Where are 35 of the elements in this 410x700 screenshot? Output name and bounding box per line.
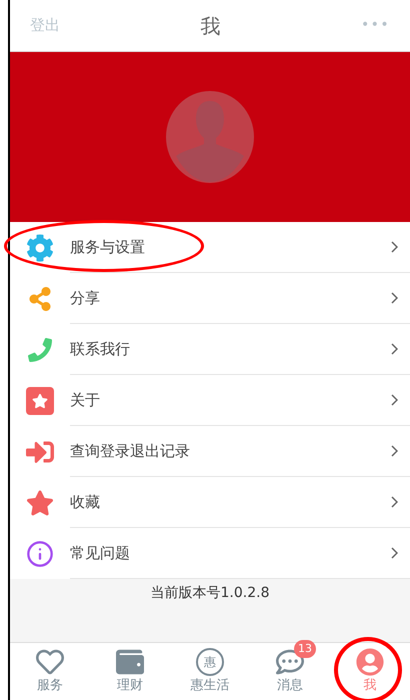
user-icon (356, 648, 384, 676)
heart-icon (36, 648, 64, 676)
menu-label: 收藏 (70, 492, 100, 513)
tab-label: 惠生活 (190, 676, 230, 695)
menu-label: 常见问题 (70, 542, 130, 564)
menu-label: 查询登录退出记录 (70, 440, 190, 462)
menu-label: 服务与设置 (70, 236, 145, 258)
version-text: 当前版本号1.0.2.8 (150, 584, 270, 603)
menu-label: 联系我行 (70, 338, 130, 360)
badge: 13 (294, 640, 316, 658)
chevron-icon (391, 547, 398, 559)
hui-icon: 惠 (196, 648, 224, 676)
chevron-icon (391, 394, 398, 406)
chevron-icon (391, 292, 398, 304)
wallet-icon (116, 648, 144, 676)
tab-label: 消息 (277, 676, 303, 695)
gear-icon (26, 234, 54, 262)
chevron-icon (391, 343, 398, 355)
share-icon (28, 286, 52, 310)
info-icon (26, 540, 54, 568)
menu-label: 分享 (70, 288, 100, 309)
star-icon (26, 488, 54, 516)
menu-label: 关于 (70, 390, 100, 411)
tab[interactable]: 惠 惠生活 (170, 643, 250, 700)
chevron-icon (391, 241, 398, 253)
tab-label: 我 (364, 676, 376, 695)
tab[interactable]: 理财 (90, 643, 170, 700)
chevron-icon (391, 445, 398, 457)
tab-label: 理财 (117, 676, 143, 695)
page-title: 我 (200, 12, 220, 40)
phone-icon (28, 338, 52, 362)
tab[interactable]: 服务 (10, 643, 90, 700)
star-square-icon (26, 386, 54, 414)
tab-label: 服务 (37, 676, 63, 695)
chevron-icon (391, 496, 398, 508)
